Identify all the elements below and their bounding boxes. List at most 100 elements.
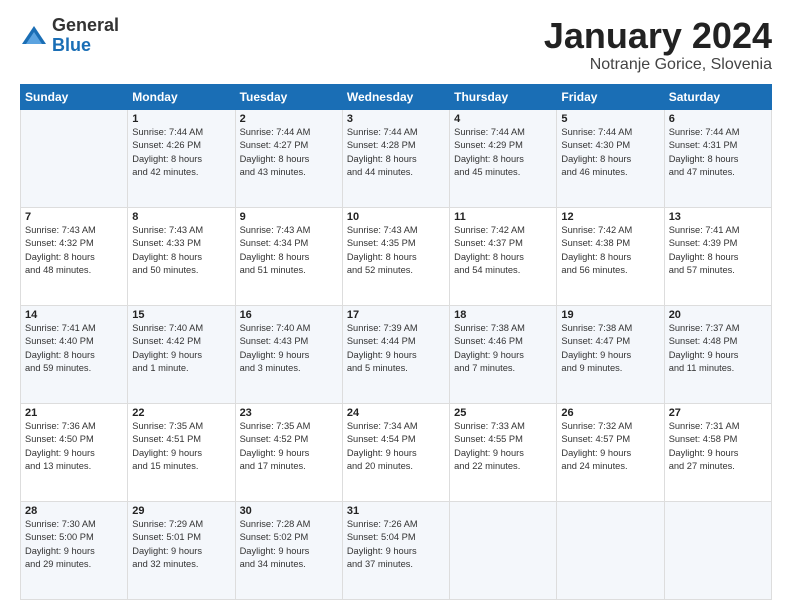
- day-info: Sunrise: 7:40 AMSunset: 4:43 PMDaylight:…: [240, 322, 338, 376]
- calendar-cell: [450, 501, 557, 599]
- logo: General Blue: [20, 16, 119, 56]
- calendar-cell: [557, 501, 664, 599]
- day-info: Sunrise: 7:28 AMSunset: 5:02 PMDaylight:…: [240, 518, 338, 572]
- day-number: 13: [669, 211, 767, 223]
- day-info: Sunrise: 7:38 AMSunset: 4:47 PMDaylight:…: [561, 322, 659, 376]
- calendar-cell: 29Sunrise: 7:29 AMSunset: 5:01 PMDayligh…: [128, 501, 235, 599]
- day-info: Sunrise: 7:38 AMSunset: 4:46 PMDaylight:…: [454, 322, 552, 376]
- logo-text: General Blue: [52, 16, 119, 56]
- calendar-cell: 13Sunrise: 7:41 AMSunset: 4:39 PMDayligh…: [664, 207, 771, 305]
- day-info: Sunrise: 7:26 AMSunset: 5:04 PMDaylight:…: [347, 518, 445, 572]
- day-number: 8: [132, 211, 230, 223]
- day-number: 2: [240, 113, 338, 125]
- day-info: Sunrise: 7:43 AMSunset: 4:35 PMDaylight:…: [347, 224, 445, 278]
- day-number: 21: [25, 407, 123, 419]
- week-row-5: 28Sunrise: 7:30 AMSunset: 5:00 PMDayligh…: [21, 501, 772, 599]
- calendar-cell: 16Sunrise: 7:40 AMSunset: 4:43 PMDayligh…: [235, 305, 342, 403]
- calendar-cell: 30Sunrise: 7:28 AMSunset: 5:02 PMDayligh…: [235, 501, 342, 599]
- day-number: 22: [132, 407, 230, 419]
- day-number: 7: [25, 211, 123, 223]
- day-number: 17: [347, 309, 445, 321]
- day-number: 24: [347, 407, 445, 419]
- weekday-header-thursday: Thursday: [450, 84, 557, 109]
- day-number: 27: [669, 407, 767, 419]
- weekday-header-tuesday: Tuesday: [235, 84, 342, 109]
- calendar-cell: 28Sunrise: 7:30 AMSunset: 5:00 PMDayligh…: [21, 501, 128, 599]
- week-row-3: 14Sunrise: 7:41 AMSunset: 4:40 PMDayligh…: [21, 305, 772, 403]
- calendar-cell: 11Sunrise: 7:42 AMSunset: 4:37 PMDayligh…: [450, 207, 557, 305]
- day-number: 11: [454, 211, 552, 223]
- day-number: 9: [240, 211, 338, 223]
- calendar-cell: 23Sunrise: 7:35 AMSunset: 4:52 PMDayligh…: [235, 403, 342, 501]
- day-info: Sunrise: 7:39 AMSunset: 4:44 PMDaylight:…: [347, 322, 445, 376]
- weekday-header-wednesday: Wednesday: [342, 84, 449, 109]
- day-number: 3: [347, 113, 445, 125]
- calendar-cell: [21, 109, 128, 207]
- calendar-cell: 1Sunrise: 7:44 AMSunset: 4:26 PMDaylight…: [128, 109, 235, 207]
- calendar-cell: 22Sunrise: 7:35 AMSunset: 4:51 PMDayligh…: [128, 403, 235, 501]
- week-row-1: 1Sunrise: 7:44 AMSunset: 4:26 PMDaylight…: [21, 109, 772, 207]
- weekday-header-monday: Monday: [128, 84, 235, 109]
- calendar-cell: 10Sunrise: 7:43 AMSunset: 4:35 PMDayligh…: [342, 207, 449, 305]
- day-number: 28: [25, 505, 123, 517]
- day-number: 30: [240, 505, 338, 517]
- calendar-cell: 17Sunrise: 7:39 AMSunset: 4:44 PMDayligh…: [342, 305, 449, 403]
- logo-blue: Blue: [52, 36, 119, 56]
- calendar-cell: 15Sunrise: 7:40 AMSunset: 4:42 PMDayligh…: [128, 305, 235, 403]
- day-info: Sunrise: 7:44 AMSunset: 4:29 PMDaylight:…: [454, 126, 552, 180]
- day-info: Sunrise: 7:41 AMSunset: 4:39 PMDaylight:…: [669, 224, 767, 278]
- calendar-cell: 19Sunrise: 7:38 AMSunset: 4:47 PMDayligh…: [557, 305, 664, 403]
- logo-general: General: [52, 16, 119, 36]
- day-info: Sunrise: 7:44 AMSunset: 4:30 PMDaylight:…: [561, 126, 659, 180]
- day-number: 16: [240, 309, 338, 321]
- calendar-cell: 21Sunrise: 7:36 AMSunset: 4:50 PMDayligh…: [21, 403, 128, 501]
- calendar-table: SundayMondayTuesdayWednesdayThursdayFrid…: [20, 84, 772, 600]
- weekday-header-row: SundayMondayTuesdayWednesdayThursdayFrid…: [21, 84, 772, 109]
- calendar-cell: 6Sunrise: 7:44 AMSunset: 4:31 PMDaylight…: [664, 109, 771, 207]
- day-info: Sunrise: 7:42 AMSunset: 4:37 PMDaylight:…: [454, 224, 552, 278]
- weekday-header-saturday: Saturday: [664, 84, 771, 109]
- calendar-cell: 24Sunrise: 7:34 AMSunset: 4:54 PMDayligh…: [342, 403, 449, 501]
- header: General Blue January 2024 Notranje Goric…: [20, 16, 772, 74]
- calendar-cell: 12Sunrise: 7:42 AMSunset: 4:38 PMDayligh…: [557, 207, 664, 305]
- day-number: 5: [561, 113, 659, 125]
- day-info: Sunrise: 7:41 AMSunset: 4:40 PMDaylight:…: [25, 322, 123, 376]
- day-number: 4: [454, 113, 552, 125]
- calendar-cell: 4Sunrise: 7:44 AMSunset: 4:29 PMDaylight…: [450, 109, 557, 207]
- day-number: 19: [561, 309, 659, 321]
- day-info: Sunrise: 7:37 AMSunset: 4:48 PMDaylight:…: [669, 322, 767, 376]
- day-number: 31: [347, 505, 445, 517]
- calendar-cell: 25Sunrise: 7:33 AMSunset: 4:55 PMDayligh…: [450, 403, 557, 501]
- calendar-cell: 20Sunrise: 7:37 AMSunset: 4:48 PMDayligh…: [664, 305, 771, 403]
- calendar-cell: 7Sunrise: 7:43 AMSunset: 4:32 PMDaylight…: [21, 207, 128, 305]
- day-number: 25: [454, 407, 552, 419]
- calendar-cell: 8Sunrise: 7:43 AMSunset: 4:33 PMDaylight…: [128, 207, 235, 305]
- day-number: 18: [454, 309, 552, 321]
- calendar-cell: 31Sunrise: 7:26 AMSunset: 5:04 PMDayligh…: [342, 501, 449, 599]
- day-info: Sunrise: 7:33 AMSunset: 4:55 PMDaylight:…: [454, 420, 552, 474]
- day-number: 14: [25, 309, 123, 321]
- day-number: 20: [669, 309, 767, 321]
- calendar-cell: 2Sunrise: 7:44 AMSunset: 4:27 PMDaylight…: [235, 109, 342, 207]
- day-number: 15: [132, 309, 230, 321]
- day-number: 6: [669, 113, 767, 125]
- weekday-header-friday: Friday: [557, 84, 664, 109]
- day-info: Sunrise: 7:44 AMSunset: 4:27 PMDaylight:…: [240, 126, 338, 180]
- day-number: 10: [347, 211, 445, 223]
- day-info: Sunrise: 7:44 AMSunset: 4:28 PMDaylight:…: [347, 126, 445, 180]
- day-info: Sunrise: 7:40 AMSunset: 4:42 PMDaylight:…: [132, 322, 230, 376]
- calendar-cell: 27Sunrise: 7:31 AMSunset: 4:58 PMDayligh…: [664, 403, 771, 501]
- calendar-cell: 26Sunrise: 7:32 AMSunset: 4:57 PMDayligh…: [557, 403, 664, 501]
- calendar-cell: 14Sunrise: 7:41 AMSunset: 4:40 PMDayligh…: [21, 305, 128, 403]
- week-row-4: 21Sunrise: 7:36 AMSunset: 4:50 PMDayligh…: [21, 403, 772, 501]
- title-block: January 2024 Notranje Gorice, Slovenia: [544, 16, 772, 74]
- calendar-cell: 9Sunrise: 7:43 AMSunset: 4:34 PMDaylight…: [235, 207, 342, 305]
- calendar-cell: 5Sunrise: 7:44 AMSunset: 4:30 PMDaylight…: [557, 109, 664, 207]
- page: General Blue January 2024 Notranje Goric…: [0, 0, 792, 612]
- calendar-cell: [664, 501, 771, 599]
- day-info: Sunrise: 7:30 AMSunset: 5:00 PMDaylight:…: [25, 518, 123, 572]
- week-row-2: 7Sunrise: 7:43 AMSunset: 4:32 PMDaylight…: [21, 207, 772, 305]
- day-number: 1: [132, 113, 230, 125]
- weekday-header-sunday: Sunday: [21, 84, 128, 109]
- day-info: Sunrise: 7:43 AMSunset: 4:34 PMDaylight:…: [240, 224, 338, 278]
